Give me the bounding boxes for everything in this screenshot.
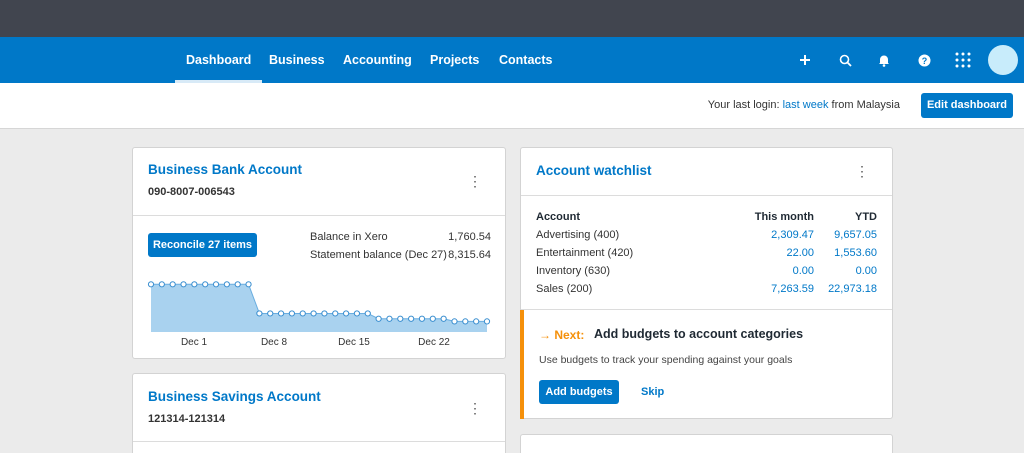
chart-point[interactable]: [180, 281, 187, 288]
chart-x-tick-label: Dec 22: [418, 337, 450, 348]
chart-x-tick-label: Dec 15: [338, 337, 370, 348]
chart-point[interactable]: [234, 281, 241, 288]
statement-balance-value: 8,315.64: [448, 249, 491, 261]
bank-card-divider: [133, 215, 505, 216]
chart-point[interactable]: [191, 281, 198, 288]
last-login-suffix: from Malaysia: [831, 99, 900, 111]
chart-point[interactable]: [169, 281, 176, 288]
chart-point[interactable]: [386, 315, 393, 322]
nav-contacts[interactable]: Contacts: [499, 37, 552, 83]
chart-point[interactable]: [299, 310, 306, 317]
bank-account-number: 090-8007-006543: [148, 186, 235, 198]
watchlist-row-month[interactable]: 0.00: [744, 265, 814, 277]
dashboard-subbar: Your last login: last week from Malaysia: [0, 83, 1024, 129]
nav-accounting[interactable]: Accounting: [343, 37, 412, 83]
savings-account-title[interactable]: Business Savings Account: [148, 389, 321, 404]
bank-kebab-menu-icon[interactable]: ⋮: [468, 172, 482, 190]
bell-icon[interactable]: [874, 50, 894, 70]
nav-business[interactable]: Business: [269, 37, 325, 83]
watchlist-row-account: Sales (200): [536, 283, 593, 295]
chart-point[interactable]: [418, 315, 426, 322]
chart-point[interactable]: [342, 310, 350, 317]
nav-projects[interactable]: Projects: [430, 37, 479, 83]
svg-text:?: ?: [921, 56, 927, 66]
chart-point[interactable]: [483, 318, 491, 325]
chart-point[interactable]: [147, 281, 155, 288]
edit-dashboard-button[interactable]: Edit dashboard: [921, 93, 1013, 118]
savings-account-number: 121314-121314: [148, 413, 226, 425]
watchlist-header-month: This month: [754, 211, 814, 223]
chart-x-tick-label: Dec 1: [181, 337, 208, 348]
watchlist-row-ytd[interactable]: 0.00: [820, 265, 877, 277]
bank-account-title[interactable]: Business Bank Account: [148, 162, 302, 177]
last-login-prefix: Your last login:: [707, 99, 780, 111]
apps-grid-icon[interactable]: [953, 50, 973, 70]
savings-card-divider: [133, 441, 505, 442]
watchlist-header-ytd: YTD: [855, 211, 877, 223]
watchlist-row-month[interactable]: 2,309.47: [744, 229, 814, 241]
chart-point[interactable]: [158, 281, 165, 288]
watchlist-divider: [521, 195, 892, 196]
watchlist-row-account: Inventory (630): [536, 265, 610, 277]
balance-xero-label: Balance in Xero: [310, 231, 388, 243]
next-description: Use budgets to track your spending again…: [539, 354, 793, 366]
watchlist-row-month[interactable]: 7,263.59: [744, 283, 814, 295]
plus-icon[interactable]: [795, 50, 815, 70]
watchlist-row-account: Advertising (400): [536, 229, 620, 241]
skip-button[interactable]: Skip: [641, 386, 664, 398]
chart-point[interactable]: [375, 315, 382, 322]
add-budgets-button[interactable]: Add budgets: [539, 380, 619, 404]
watchlist-title[interactable]: Account watchlist: [536, 163, 652, 178]
chart-point[interactable]: [256, 310, 263, 317]
watchlist-row-month[interactable]: 22.00: [744, 247, 814, 259]
chart-point[interactable]: [321, 310, 328, 317]
chart-point[interactable]: [440, 315, 447, 322]
chart-point[interactable]: [212, 281, 220, 288]
chart-point[interactable]: [408, 315, 415, 322]
chart-point[interactable]: [397, 315, 404, 322]
chart-point[interactable]: [332, 310, 339, 317]
chart-point[interactable]: [473, 318, 480, 325]
next-section-divider: [521, 309, 892, 310]
chart-point[interactable]: [364, 310, 371, 317]
watchlist-row-ytd[interactable]: 1,553.60: [820, 247, 877, 259]
watchlist-kebab-menu-icon[interactable]: ⋮: [855, 162, 869, 180]
chart-point[interactable]: [277, 310, 285, 317]
balance-xero-value: 1,760.54: [448, 231, 491, 243]
search-icon[interactable]: [835, 50, 855, 70]
chart-point[interactable]: [353, 310, 361, 317]
reconcile-button[interactable]: Reconcile 27 items: [148, 233, 257, 257]
next-accent-bar: [520, 310, 524, 419]
nav-dashboard[interactable]: Dashboard: [174, 37, 263, 83]
next-widget-card: [520, 434, 893, 453]
last-login-link[interactable]: last week: [783, 99, 829, 111]
chart-point[interactable]: [288, 310, 296, 317]
chart-point[interactable]: [310, 310, 317, 317]
chart-point[interactable]: [223, 281, 230, 288]
watchlist-row-ytd[interactable]: 22,973.18: [820, 283, 877, 295]
watchlist-row-account: Entertainment (420): [536, 247, 634, 259]
next-prefix: → Next:: [539, 328, 585, 342]
chart-point[interactable]: [202, 281, 209, 288]
chart-point[interactable]: [245, 281, 252, 288]
avatar[interactable]: [988, 45, 1018, 75]
bank-balance-chart: Dec 1 Dec 8 Dec 15 Dec 22: [147, 281, 491, 348]
next-title: Add budgets to account categories: [594, 327, 804, 341]
last-login-text: Your last login: last week from Malaysia: [708, 99, 900, 111]
chart-point[interactable]: [462, 318, 469, 325]
top-navigation-bar: Dashboard Business Accounting Projects C…: [0, 37, 1024, 83]
chart-point[interactable]: [429, 315, 436, 322]
watchlist-row-ytd[interactable]: 9,657.05: [820, 229, 877, 241]
chart-x-tick-label: Dec 8: [261, 337, 288, 348]
chart-area: [151, 284, 487, 332]
watchlist-header-account: Account: [536, 211, 580, 223]
browser-top-bar: [0, 0, 1024, 37]
help-icon[interactable]: ?: [914, 50, 934, 70]
savings-kebab-menu-icon[interactable]: ⋮: [468, 399, 482, 417]
chart-point[interactable]: [451, 318, 458, 325]
chart-point[interactable]: [267, 310, 274, 317]
